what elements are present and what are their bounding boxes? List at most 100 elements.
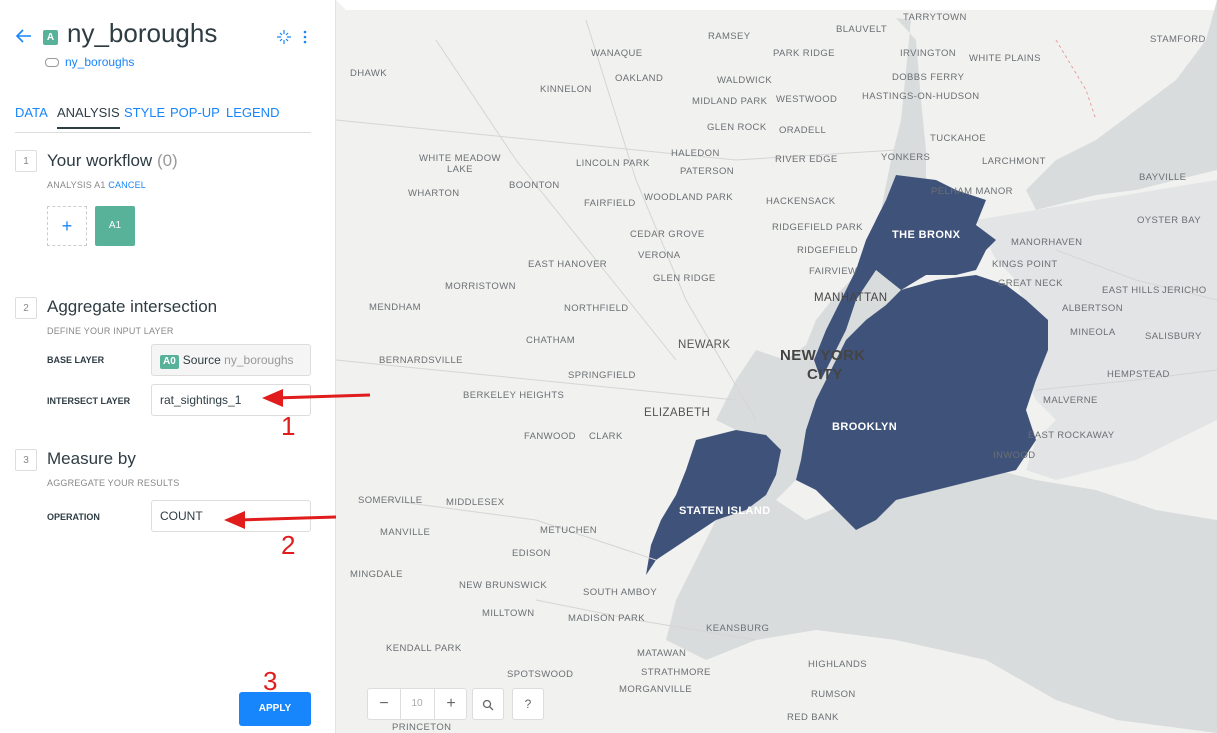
map-label: KENDALL PARK <box>386 643 462 654</box>
layer-panel: A ny_boroughs ny_boroughs DATA ANALYSIS … <box>0 0 336 733</box>
workflow-count: (0) <box>156 151 178 170</box>
map-label: MILLTOWN <box>482 608 535 619</box>
map-label: BOONTON <box>509 180 560 191</box>
layer-letter-badge: A <box>43 30 58 45</box>
measure-subtitle: AGGREGATE YOUR RESULTS <box>47 478 180 488</box>
map-label: KINGS POINT <box>992 259 1058 270</box>
map-label: MANVILLE <box>380 527 431 538</box>
back-arrow-icon[interactable] <box>14 26 34 46</box>
more-options-icon[interactable] <box>300 29 310 45</box>
workflow-subtitle: ANALYSIS A1 CANCEL <box>47 180 146 190</box>
aggregate-subtitle: DEFINE YOUR INPUT LAYER <box>47 326 174 336</box>
borough-label: STATEN ISLAND <box>679 505 771 517</box>
map-label: CHATHAM <box>526 335 576 346</box>
zoom-in-button[interactable]: + <box>434 689 467 719</box>
map-label: MIDDLESEX <box>446 497 505 508</box>
map-label: WHITE MEADOW <box>419 153 501 164</box>
map-label: DOBBS FERRY <box>892 72 965 83</box>
map-label: DHAWK <box>350 68 388 79</box>
map-label: MALVERNE <box>1043 395 1098 406</box>
map-label: MIDLAND PARK <box>692 96 768 107</box>
map-label: SPRINGFIELD <box>568 370 636 381</box>
map-label: MADISON PARK <box>568 613 645 624</box>
borough-label: MANHATTAN <box>814 292 888 304</box>
map-label: EAST HANOVER <box>528 259 608 270</box>
map-label: FAIRVIEW <box>809 266 858 277</box>
map-label: GLEN ROCK <box>707 122 767 133</box>
layer-title[interactable]: ny_boroughs <box>67 18 217 49</box>
map-label: GLEN RIDGE <box>653 273 716 284</box>
map-label: PRINCETON <box>392 722 452 733</box>
map-label: MENDHAM <box>369 302 421 313</box>
zoom-control: − 10 + <box>367 688 467 720</box>
map-label: MANORHAVEN <box>1011 237 1083 248</box>
base-layer-field: A0 Source ny_boroughs <box>151 344 311 376</box>
map-label: NEW BRUNSWICK <box>459 580 548 591</box>
map-label: VERONA <box>638 250 681 261</box>
base-layer-label: BASE LAYER <box>47 355 105 365</box>
tab-legend[interactable]: LEGEND <box>226 105 279 120</box>
center-layer-icon[interactable] <box>276 29 292 45</box>
map-label-city: NEW YORK <box>780 347 866 364</box>
map-label: EAST HILLS <box>1102 285 1160 296</box>
step-number-1: 1 <box>15 150 37 172</box>
title-tools <box>276 28 310 45</box>
map-label: BLAUVELT <box>836 24 888 35</box>
map-label-city: NEWARK <box>678 339 731 351</box>
tab-data[interactable]: DATA <box>15 105 48 120</box>
map-label: WANAQUE <box>591 48 643 59</box>
help-button[interactable]: ? <box>512 688 544 720</box>
search-button[interactable] <box>472 688 504 720</box>
map-label: WHITE PLAINS <box>969 53 1041 64</box>
tab-analysis[interactable]: ANALYSIS <box>57 105 120 129</box>
borough-label: THE BRONX <box>892 229 961 241</box>
map-label: ORADELL <box>779 125 827 136</box>
map-label: FAIRFIELD <box>584 198 636 209</box>
map-label: CLARK <box>589 431 623 442</box>
cancel-link[interactable]: CANCEL <box>108 180 146 190</box>
apply-button[interactable]: APPLY <box>239 692 311 726</box>
add-analysis-button[interactable]: + <box>47 206 87 246</box>
map-label: LARCHMONT <box>982 156 1046 167</box>
map-label: LAKE <box>447 164 473 175</box>
step-number-3: 3 <box>15 449 37 471</box>
map-label: KINNELON <box>540 84 592 95</box>
map-label: NORTHFIELD <box>564 303 629 314</box>
map-label: LINCOLN PARK <box>576 158 650 169</box>
map-label: HASTINGS-ON-HUDSON <box>862 91 980 102</box>
map-label: WOODLAND PARK <box>644 192 733 203</box>
map-label: WESTWOOD <box>776 94 838 105</box>
search-icon <box>482 699 494 711</box>
base-layer-value: Source <box>182 353 221 367</box>
map-label: HEMPSTEAD <box>1107 369 1170 380</box>
map-label: PELHAM MANOR <box>931 186 1013 197</box>
tab-style[interactable]: STYLE <box>124 105 165 120</box>
map-view[interactable]: TARRYTOWN RAMSEY BLAUVELT STAMFORD WANAQ… <box>336 0 1217 733</box>
map-label: STAMFORD <box>1150 34 1206 45</box>
map-label: WHARTON <box>408 188 460 199</box>
map-label: JERICHO <box>1162 285 1207 296</box>
measure-title: Measure by <box>47 449 136 468</box>
map-label: RIDGEFIELD PARK <box>772 222 863 233</box>
map-label: MORGANVILLE <box>619 684 693 695</box>
map-label: HIGHLANDS <box>808 659 868 670</box>
map-label: EDISON <box>512 548 551 559</box>
analysis-node-a1[interactable]: A1 <box>95 206 135 246</box>
map-label: MINGDALE <box>350 569 403 580</box>
map-label: RUMSON <box>811 689 856 700</box>
annotation-number-1: 1 <box>281 411 296 441</box>
aggregate-title: Aggregate intersection <box>47 297 218 316</box>
map-label: INWOOD <box>993 450 1036 461</box>
zoom-out-button[interactable]: − <box>368 689 401 719</box>
map-label: TUCKAHOE <box>930 133 986 144</box>
map-label: SOUTH AMBOY <box>583 587 658 598</box>
tab-popup[interactable]: POP-UP <box>170 105 220 120</box>
base-layer-badge: A0 <box>160 355 179 369</box>
source-link[interactable]: ny_boroughs <box>45 55 134 69</box>
map-label: TARRYTOWN <box>903 12 967 23</box>
operation-select[interactable]: COUNT <box>151 500 311 532</box>
map-label: MATAWAN <box>637 648 687 659</box>
base-layer-name: ny_boroughs <box>224 353 294 367</box>
map-label: METUCHEN <box>540 525 598 536</box>
map-label: MORRISTOWN <box>445 281 516 292</box>
